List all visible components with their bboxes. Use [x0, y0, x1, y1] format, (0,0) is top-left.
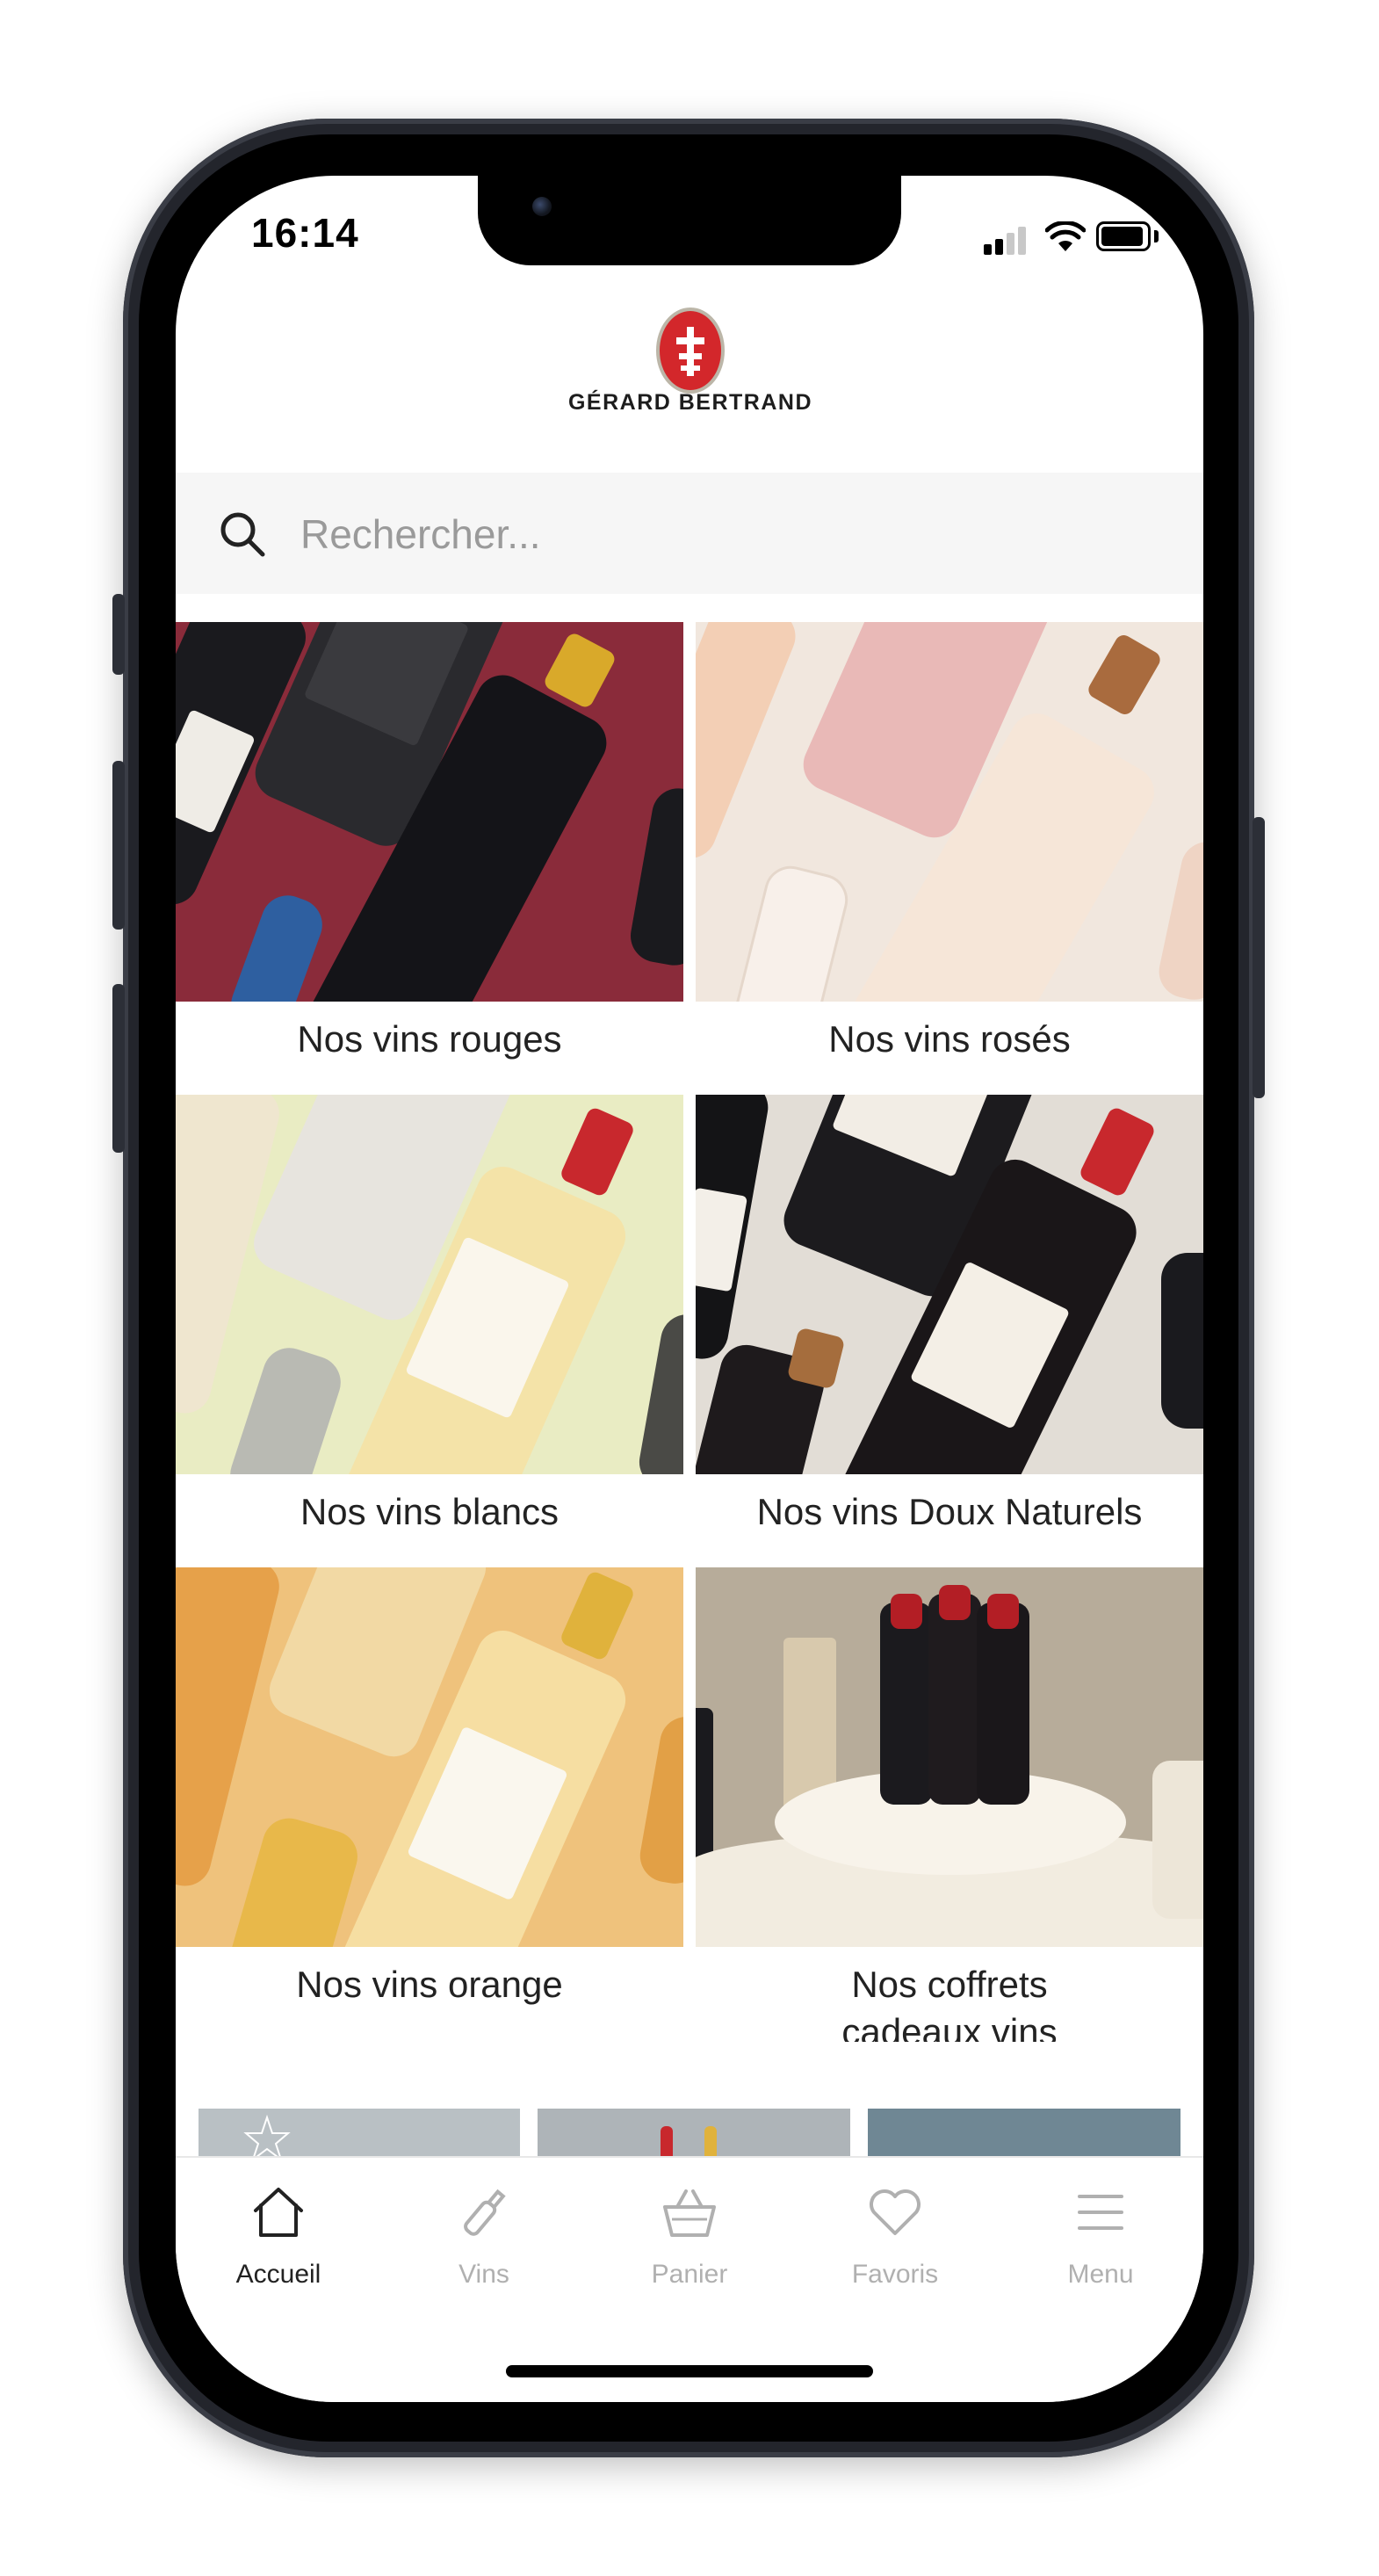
- tab-label: Panier: [651, 2260, 728, 2289]
- status-time: 16:14: [251, 210, 359, 256]
- sweet-wines-image: [696, 1095, 1203, 1474]
- home-icon: [254, 2188, 303, 2237]
- promo-banner-2[interactable]: [538, 2109, 850, 2156]
- power-button: [1253, 817, 1265, 1098]
- tab-label: Favoris: [851, 2260, 939, 2289]
- search-icon: [220, 512, 265, 557]
- home-indicator[interactable]: [506, 2365, 873, 2377]
- category-label: Nos vins Doux Naturels: [756, 1491, 1143, 1532]
- wifi-icon: [1045, 221, 1086, 251]
- category-tile-red-wines[interactable]: Nos vins rouges: [176, 622, 683, 1079]
- gift-boxes-image: [696, 1567, 1203, 1947]
- red-wines-image: [176, 622, 683, 1002]
- basket-icon: [663, 2189, 716, 2237]
- category-tile-orange-wines[interactable]: Nos vins orange: [176, 1567, 683, 2042]
- camera-notch: [478, 176, 901, 265]
- mute-switch: [112, 594, 125, 675]
- brand-logo-icon[interactable]: [656, 308, 725, 394]
- search-bar[interactable]: [176, 473, 1203, 594]
- tab-panier[interactable]: Panier: [587, 2184, 792, 2307]
- cellular-signal-icon: [984, 227, 1036, 255]
- wine-bottle-icon: [464, 2189, 506, 2236]
- category-label: Nos vins blancs: [300, 1491, 560, 1532]
- battery-tip: [1154, 230, 1159, 242]
- tab-favoris[interactable]: Favoris: [792, 2184, 998, 2307]
- white-wines-image: [176, 1095, 683, 1474]
- search-input[interactable]: [299, 501, 1093, 568]
- volume-up-button: [112, 761, 125, 930]
- menu-icon: [1078, 2195, 1123, 2230]
- category-tile-white-wines[interactable]: Nos vins blancs: [176, 1095, 683, 1552]
- tab-label: Vins: [458, 2260, 509, 2289]
- category-label: Nos vins orange: [296, 1964, 563, 2005]
- rose-wines-image: [696, 622, 1203, 1002]
- brand-name: GÉRARD BERTRAND: [567, 390, 813, 415]
- tab-accueil[interactable]: Accueil: [176, 2184, 381, 2307]
- orange-wines-image: [176, 1567, 683, 1947]
- category-label: Nos coffrets cadeaux vins: [841, 1964, 1058, 2042]
- heart-icon: [870, 2189, 921, 2235]
- battery-icon: [1096, 221, 1151, 251]
- promo-banner-3[interactable]: [868, 2109, 1180, 2156]
- volume-down-button: [112, 984, 125, 1153]
- tab-label: Menu: [1067, 2260, 1134, 2289]
- app-screen: 16:14 GÉRARD BERTRAND Rechercher... Nos …: [176, 176, 1203, 2402]
- tab-menu[interactable]: Menu: [998, 2184, 1203, 2307]
- category-label: Nos vins rosés: [828, 1018, 1071, 1060]
- category-label: Nos vins rouges: [297, 1018, 562, 1060]
- promo-banner-1[interactable]: [199, 2109, 520, 2156]
- tab-label: Accueil: [235, 2260, 321, 2289]
- category-tile-sweet-wines[interactable]: Nos vins Doux Naturels: [696, 1095, 1203, 1552]
- category-tile-gift-boxes[interactable]: Nos coffrets cadeaux vins: [696, 1567, 1203, 2042]
- tab-vins[interactable]: Vins: [381, 2184, 587, 2307]
- front-camera: [532, 197, 552, 216]
- category-tile-rose-wines[interactable]: Nos vins rosés: [696, 622, 1203, 1079]
